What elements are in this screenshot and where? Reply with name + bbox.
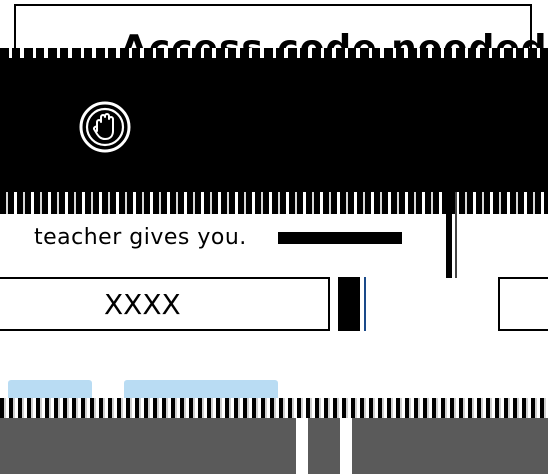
render-artifact [278,232,402,244]
render-artifact [364,277,366,331]
render-artifact [340,418,352,474]
render-artifact [338,277,360,331]
footer-area [0,418,548,474]
render-artifact [446,192,452,278]
title-container: Access code needed [14,4,547,69]
access-code-dialog: Access code needed teacher gives you. [0,0,548,474]
hand-stop-icon [79,101,131,153]
secondary-input-edge[interactable] [498,277,548,331]
render-artifact [296,418,308,474]
render-artifact [0,192,548,214]
render-artifact [455,192,457,278]
dialog-description: teacher gives you. [34,225,247,250]
access-code-input[interactable] [0,277,330,331]
